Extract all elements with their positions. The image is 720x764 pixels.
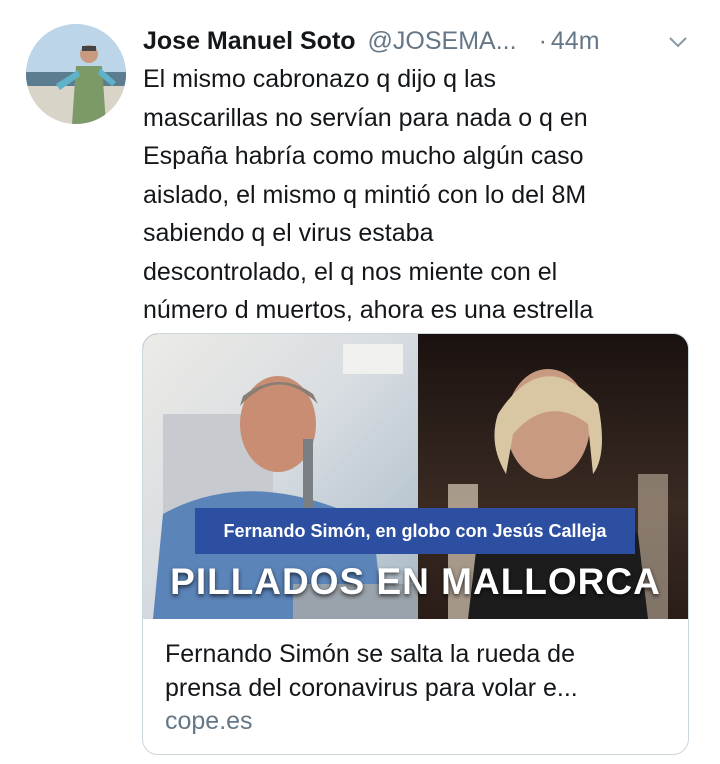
tweet-text-line: número d muertos, ahora es una estrella xyxy=(143,296,594,324)
card-title[interactable]: Fernando Simón se salta la rueda de pren… xyxy=(165,637,675,705)
card-title-line: prensa del coronavirus para volar e... xyxy=(165,674,578,702)
tweet-text-line: descontrolado, el q nos miente con el xyxy=(143,257,558,286)
tweet-text: El mismo cabronazo q dijo q las mascaril… xyxy=(143,60,703,330)
avatar[interactable] xyxy=(26,24,126,124)
card-image-headline: PILLADOS EN MALLORCA xyxy=(170,561,661,602)
tweet[interactable]: Jose Manuel Soto @JOSEMA... · 44m El mis… xyxy=(0,0,720,764)
tweet-text-line: sabiendo q el virus estaba xyxy=(143,219,434,247)
tweet-timestamp[interactable]: 44m xyxy=(551,27,600,56)
card-title-line: Fernando Simón se salta la rueda de xyxy=(165,640,575,668)
separator-dot: · xyxy=(538,26,547,55)
tweet-text-line: El mismo cabronazo q dijo q las xyxy=(143,65,496,93)
card-domain: cope.es xyxy=(165,707,253,735)
tweet-text-line: España habría como mucho algún caso xyxy=(143,142,584,170)
author-name[interactable]: Jose Manuel Soto xyxy=(143,27,356,56)
author-handle[interactable]: @JOSEMA... xyxy=(368,27,517,56)
tweet-text-line: aislado, el mismo q mintió con lo del 8M xyxy=(143,180,587,209)
card-image[interactable]: Fernando Simón, en globo con Jesús Calle… xyxy=(143,334,688,619)
tweet-text-line: mascarillas no servían para nada o q en xyxy=(143,103,588,132)
link-card[interactable]: Fernando Simón, en globo con Jesús Calle… xyxy=(142,333,689,755)
card-image-subtitle: Fernando Simón, en globo con Jesús Calle… xyxy=(195,508,635,554)
chevron-down-icon[interactable] xyxy=(666,30,690,54)
tweet-header: Jose Manuel Soto @JOSEMA... · 44m xyxy=(143,24,692,58)
